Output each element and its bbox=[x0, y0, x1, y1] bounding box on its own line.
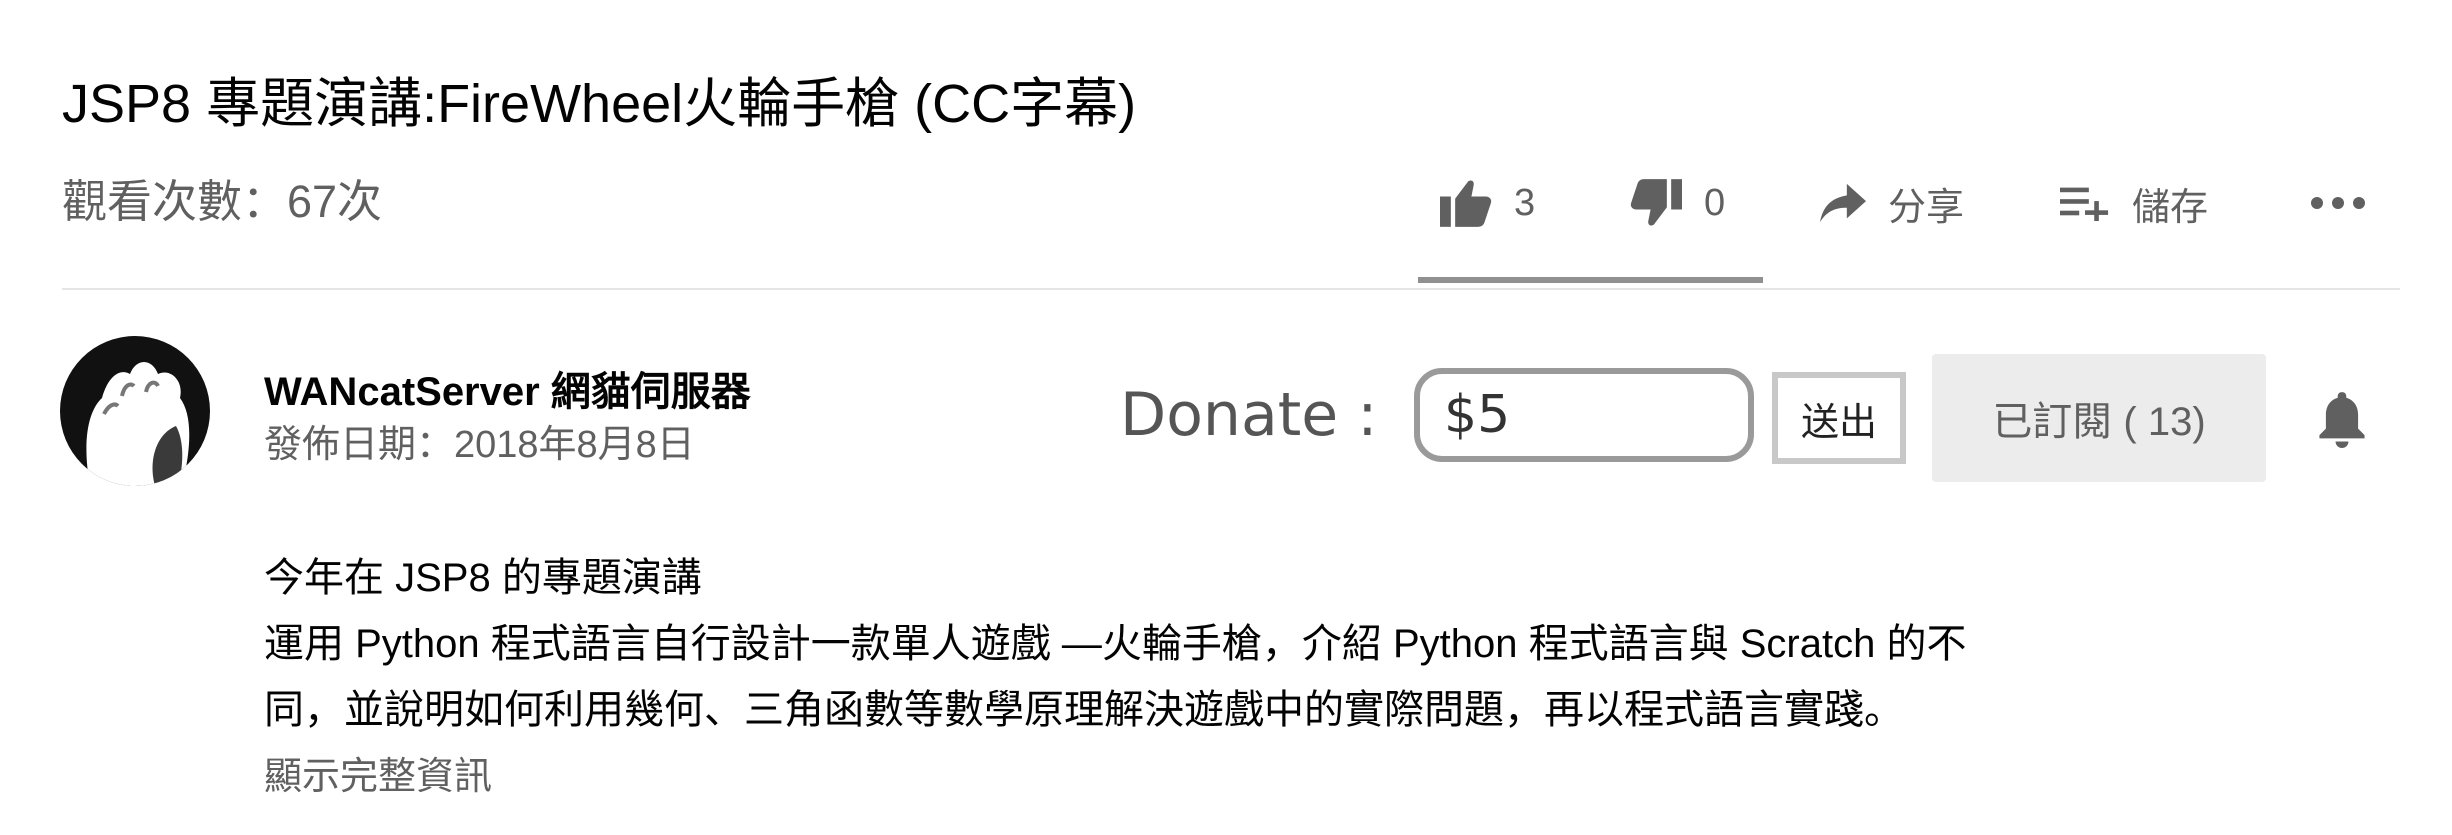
view-count: 觀看次數：67次 bbox=[62, 176, 383, 227]
send-button[interactable]: 送出 bbox=[1772, 372, 1906, 464]
description-line: 今年在 JSP8 的專題演講 bbox=[264, 556, 702, 600]
share-button[interactable]: 分享 bbox=[1820, 168, 1964, 238]
more-actions-button[interactable] bbox=[2310, 168, 2366, 238]
channel-name[interactable]: WANcatServer 網貓伺服器 bbox=[264, 366, 751, 418]
description-line: 同，並說明如何利用幾何、三角函數等數學原理解決遊戲中的實際問題，再以程式語言實踐… bbox=[264, 688, 1904, 732]
more-horiz-icon bbox=[2310, 196, 2366, 210]
share-arrow-icon bbox=[1820, 183, 1866, 223]
description-line: 運用 Python 程式語言自行設計一款單人遊戲 —火輪手槍，介紹 Python… bbox=[264, 622, 1967, 666]
avatar[interactable] bbox=[60, 336, 210, 486]
like-button[interactable]: 3 bbox=[1440, 168, 1535, 238]
dislike-count: 0 bbox=[1704, 181, 1726, 224]
donate-amount-input[interactable] bbox=[1414, 368, 1754, 462]
thumb-up-icon bbox=[1440, 179, 1492, 227]
divider bbox=[62, 288, 2400, 290]
share-label: 分享 bbox=[1888, 186, 1965, 229]
publish-date: 發佈日期：2018年8月8日 bbox=[264, 424, 695, 466]
thumb-down-icon bbox=[1630, 179, 1682, 227]
cat-paw-icon bbox=[86, 362, 190, 486]
video-description: 今年在 JSP8 的專題演講 運用 Python 程式語言自行設計一款單人遊戲 … bbox=[264, 545, 1966, 743]
like-sentiment-bar bbox=[1418, 277, 1763, 283]
dislike-button[interactable]: 0 bbox=[1630, 168, 1725, 238]
video-title: JSP8 專題演講:FireWheel火輪手槍 (CC字幕) bbox=[62, 74, 1137, 134]
playlist-add-icon bbox=[2060, 185, 2110, 221]
like-count: 3 bbox=[1514, 181, 1536, 224]
save-label: 儲存 bbox=[2132, 186, 2209, 229]
save-button[interactable]: 儲存 bbox=[2060, 168, 2208, 238]
donate-label: Donate : bbox=[1120, 380, 1378, 450]
subscribed-button[interactable]: 已訂閱 ( 13) bbox=[1932, 354, 2266, 482]
show-more-link[interactable]: 顯示完整資訊 bbox=[264, 752, 492, 802]
bell-icon[interactable] bbox=[2316, 390, 2368, 448]
